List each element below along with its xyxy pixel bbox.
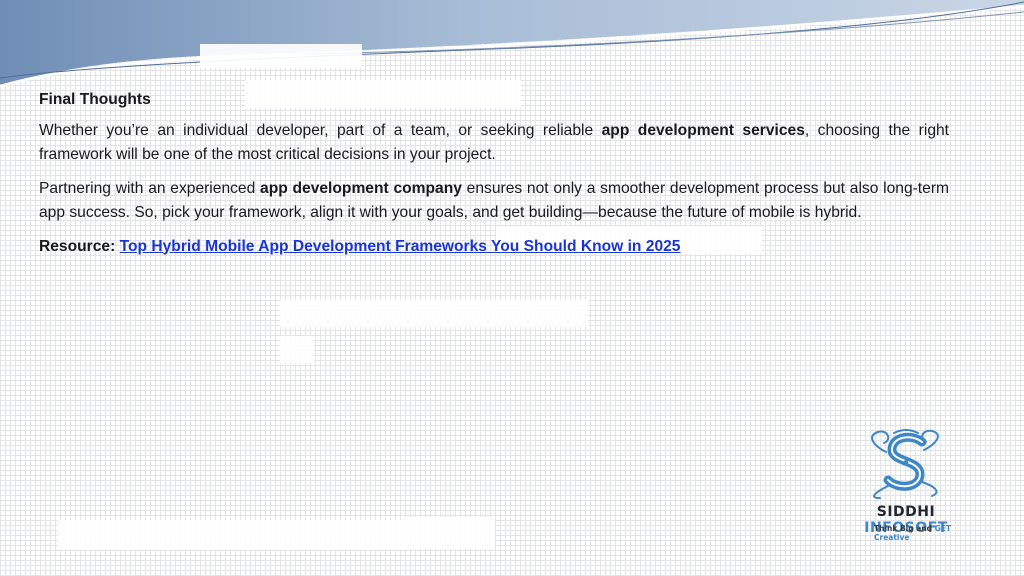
paragraph-1: Whether you’re an individual developer, … <box>39 119 949 168</box>
placeholder-block <box>405 517 495 549</box>
placeholder-block <box>280 336 314 363</box>
resource-line: Resource: Top Hybrid Mobile App Developm… <box>39 235 949 260</box>
section-heading: Final Thoughts <box>39 91 151 108</box>
logo-tagline-part1: Think Big and <box>874 524 935 533</box>
p1-bold-app-development-services: app development services <box>601 121 805 139</box>
placeholder-block <box>280 300 588 327</box>
logo-name-part1: SIDDHI <box>876 504 936 520</box>
resource-link[interactable]: Top Hybrid Mobile App Development Framew… <box>120 238 681 255</box>
paragraph-2: Partnering with an experienced app devel… <box>39 177 949 226</box>
logo-s-emblem-icon <box>871 429 939 499</box>
p2-text-1: Partnering with an experienced <box>39 179 261 197</box>
siddhi-infosoft-logo: SIDDHI INFOSOFT Think Big and GET Creati… <box>836 428 978 542</box>
resource-label: Resource: <box>39 237 116 255</box>
logo-tagline: Think Big and GET Creative <box>874 524 978 542</box>
placeholder-block <box>58 520 408 550</box>
p2-bold-app-development-company: app development company <box>260 179 462 197</box>
placeholder-block <box>200 44 362 68</box>
main-content: Final Thoughts Whether you’re an individ… <box>39 88 949 268</box>
p1-text-1: Whether you’re an individual developer, … <box>39 121 602 139</box>
